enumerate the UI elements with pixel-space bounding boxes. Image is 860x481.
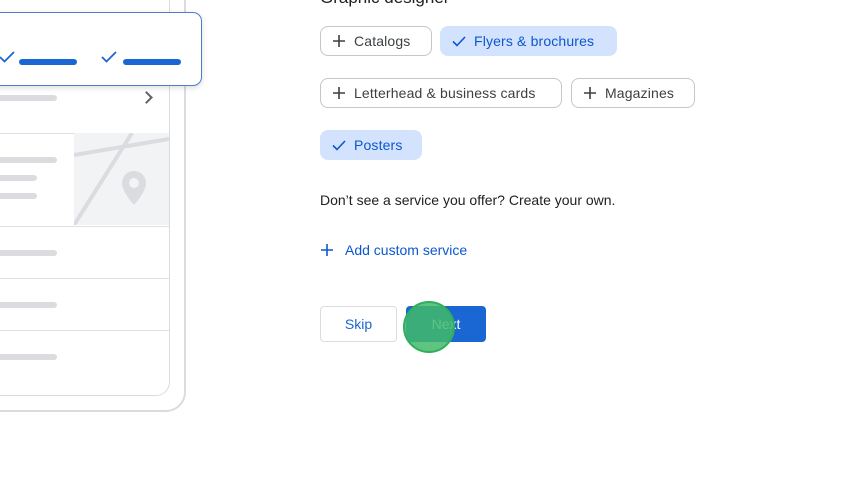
skip-button[interactable]: Skip: [320, 306, 397, 342]
chip-label: Flyers & brochures: [474, 33, 595, 49]
progress-line: [123, 59, 181, 65]
chip-label: Posters: [354, 137, 403, 153]
chip-catalogs[interactable]: Catalogs: [320, 26, 432, 56]
placeholder-line: [0, 193, 37, 199]
check-icon: [452, 36, 466, 47]
selected-services-card: [0, 12, 202, 86]
plus-icon: [584, 87, 596, 99]
chip-label: Catalogs: [354, 33, 411, 49]
plus-icon: [333, 87, 345, 99]
chip-label: Letterhead & business cards: [354, 85, 536, 101]
section-title: Graphic designer: [320, 0, 449, 8]
chip-flyers-brochures[interactable]: Flyers & brochures: [440, 26, 617, 56]
placeholder-line: [0, 250, 57, 256]
plus-icon: [321, 244, 333, 256]
check-icon: [0, 51, 15, 63]
check-icon: [332, 140, 346, 151]
chip-magazines[interactable]: Magazines: [571, 78, 695, 108]
chip-posters[interactable]: Posters: [320, 130, 422, 160]
add-custom-service-label: Add custom service: [345, 242, 468, 258]
progress-line: [19, 59, 77, 65]
placeholder-line: [0, 302, 57, 308]
placeholder-line: [0, 354, 57, 360]
next-button[interactable]: Next: [406, 306, 486, 342]
placeholder-line: [0, 175, 37, 181]
map-thumbnail: [74, 133, 169, 225]
add-custom-service-link[interactable]: Add custom service: [320, 240, 467, 260]
check-icon: [101, 51, 117, 63]
map-pin-icon: [74, 133, 169, 225]
chip-letterhead-business-cards[interactable]: Letterhead & business cards: [320, 78, 562, 108]
plus-icon: [333, 35, 345, 47]
placeholder-line: [0, 157, 57, 163]
chip-label: Magazines: [605, 85, 675, 101]
helper-text: Don’t see a service you offer? Create yo…: [320, 192, 616, 208]
placeholder-line: [0, 95, 57, 101]
